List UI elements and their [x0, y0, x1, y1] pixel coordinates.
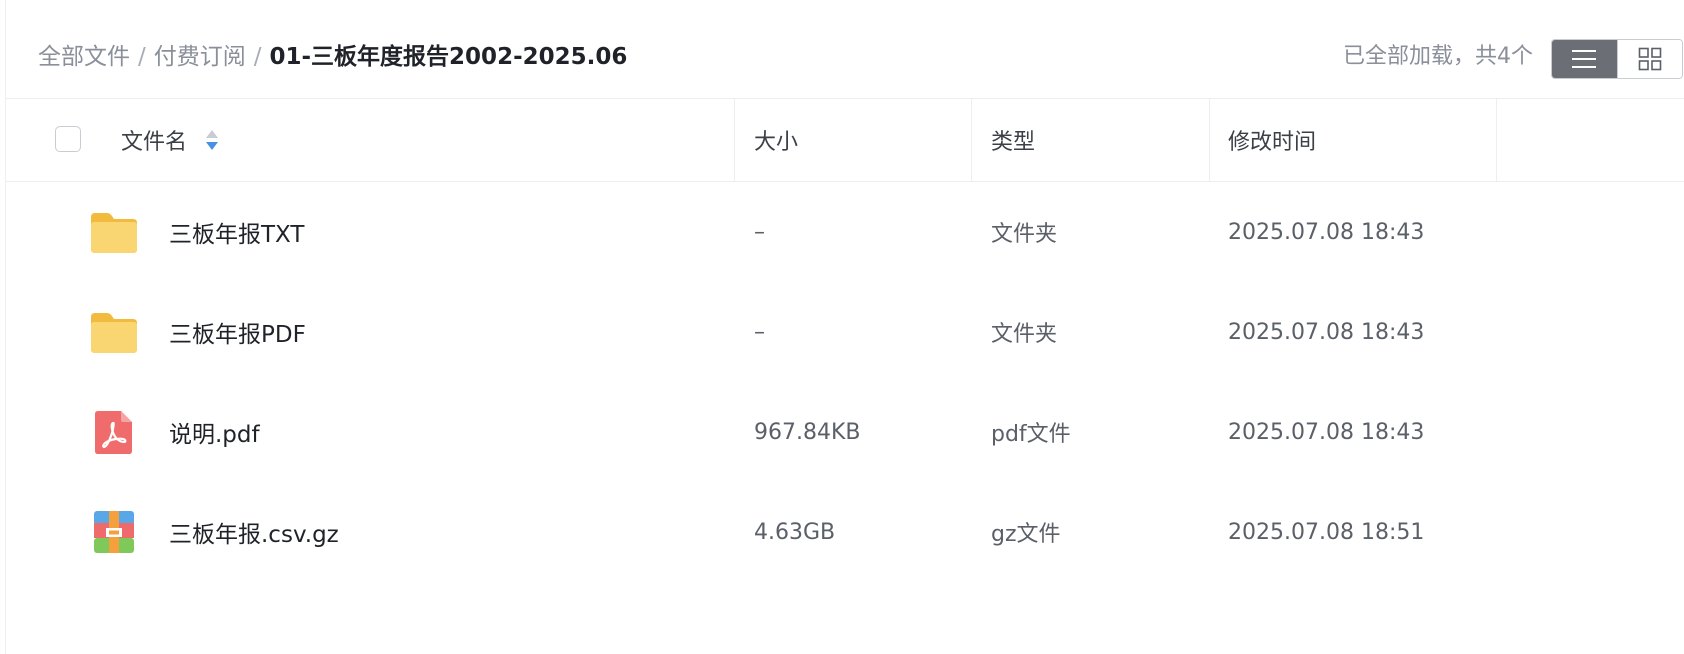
file-type: 文件夹	[991, 322, 1058, 347]
file-name[interactable]: 说明.pdf	[169, 382, 260, 482]
column-header-size[interactable]: 大小	[754, 99, 798, 181]
select-all-checkbox[interactable]	[55, 126, 81, 152]
view-toggle	[1551, 39, 1683, 79]
file-mtime: 2025.07.08 18:43	[1228, 419, 1425, 445]
column-header-name[interactable]: 文件名	[121, 99, 219, 181]
file-name[interactable]: 三板年报TXT	[169, 182, 304, 282]
table-header: 文件名 大小 类型 修改时间	[6, 99, 1684, 182]
pdf-file-icon	[95, 411, 132, 454]
column-divider	[1209, 99, 1210, 181]
breadcrumb-separator: /	[253, 44, 262, 70]
file-type: gz文件	[991, 522, 1061, 547]
folder-icon	[91, 313, 137, 353]
file-list-panel: 全部文件 / 付费订阅 / 01-三板年度报告2002-2025.06 已全部加载，共4…	[5, 0, 1684, 654]
folder-icon	[91, 213, 137, 253]
sort-icon[interactable]	[205, 128, 219, 152]
list-view-button[interactable]	[1552, 40, 1617, 78]
table-row[interactable]: 说明.pdf 967.84KB pdf文件 2025.07.08 18:43	[6, 382, 1684, 482]
table-row[interactable]: 三板年报PDF – 文件夹 2025.07.08 18:43	[6, 282, 1684, 382]
breadcrumb-all-files[interactable]: 全部文件	[38, 44, 130, 70]
top-bar: 全部文件 / 付费订阅 / 01-三板年度报告2002-2025.06 已全部加载，共4…	[6, 0, 1684, 99]
column-divider	[971, 99, 972, 181]
load-status: 已全部加载，共4个	[1343, 44, 1533, 69]
file-type: 文件夹	[991, 222, 1058, 247]
column-divider	[1496, 99, 1497, 181]
file-type: pdf文件	[991, 422, 1071, 447]
file-mtime: 2025.07.08 18:43	[1228, 219, 1425, 245]
file-mtime: 2025.07.08 18:51	[1228, 519, 1425, 545]
file-size: 967.84KB	[754, 419, 861, 445]
file-mtime: 2025.07.08 18:43	[1228, 319, 1425, 345]
file-size: 4.63GB	[754, 519, 836, 545]
breadcrumb: 全部文件 / 付费订阅 / 01-三板年度报告2002-2025.06	[38, 40, 627, 74]
grid-view-button[interactable]	[1616, 40, 1682, 78]
breadcrumb-paid-subscription[interactable]: 付费订阅	[154, 44, 246, 70]
file-name[interactable]: 三板年报.csv.gz	[169, 482, 339, 582]
column-header-name-label: 文件名	[121, 130, 188, 155]
file-name[interactable]: 三板年报PDF	[169, 282, 306, 382]
file-size: –	[754, 319, 765, 345]
breadcrumb-current-folder: 01-三板年度报告2002-2025.06	[269, 44, 628, 70]
list-icon	[1572, 50, 1597, 68]
column-header-mtime[interactable]: 修改时间	[1228, 99, 1316, 181]
grid-icon	[1638, 47, 1662, 71]
file-size: –	[754, 219, 765, 245]
table-row[interactable]: 三板年报.csv.gz 4.63GB gz文件 2025.07.08 18:51	[6, 482, 1684, 582]
table-row[interactable]: 三板年报TXT – 文件夹 2025.07.08 18:43	[6, 182, 1684, 282]
column-divider	[734, 99, 735, 181]
breadcrumb-separator: /	[138, 44, 146, 70]
archive-file-icon	[94, 511, 134, 553]
column-header-type[interactable]: 类型	[991, 99, 1035, 181]
